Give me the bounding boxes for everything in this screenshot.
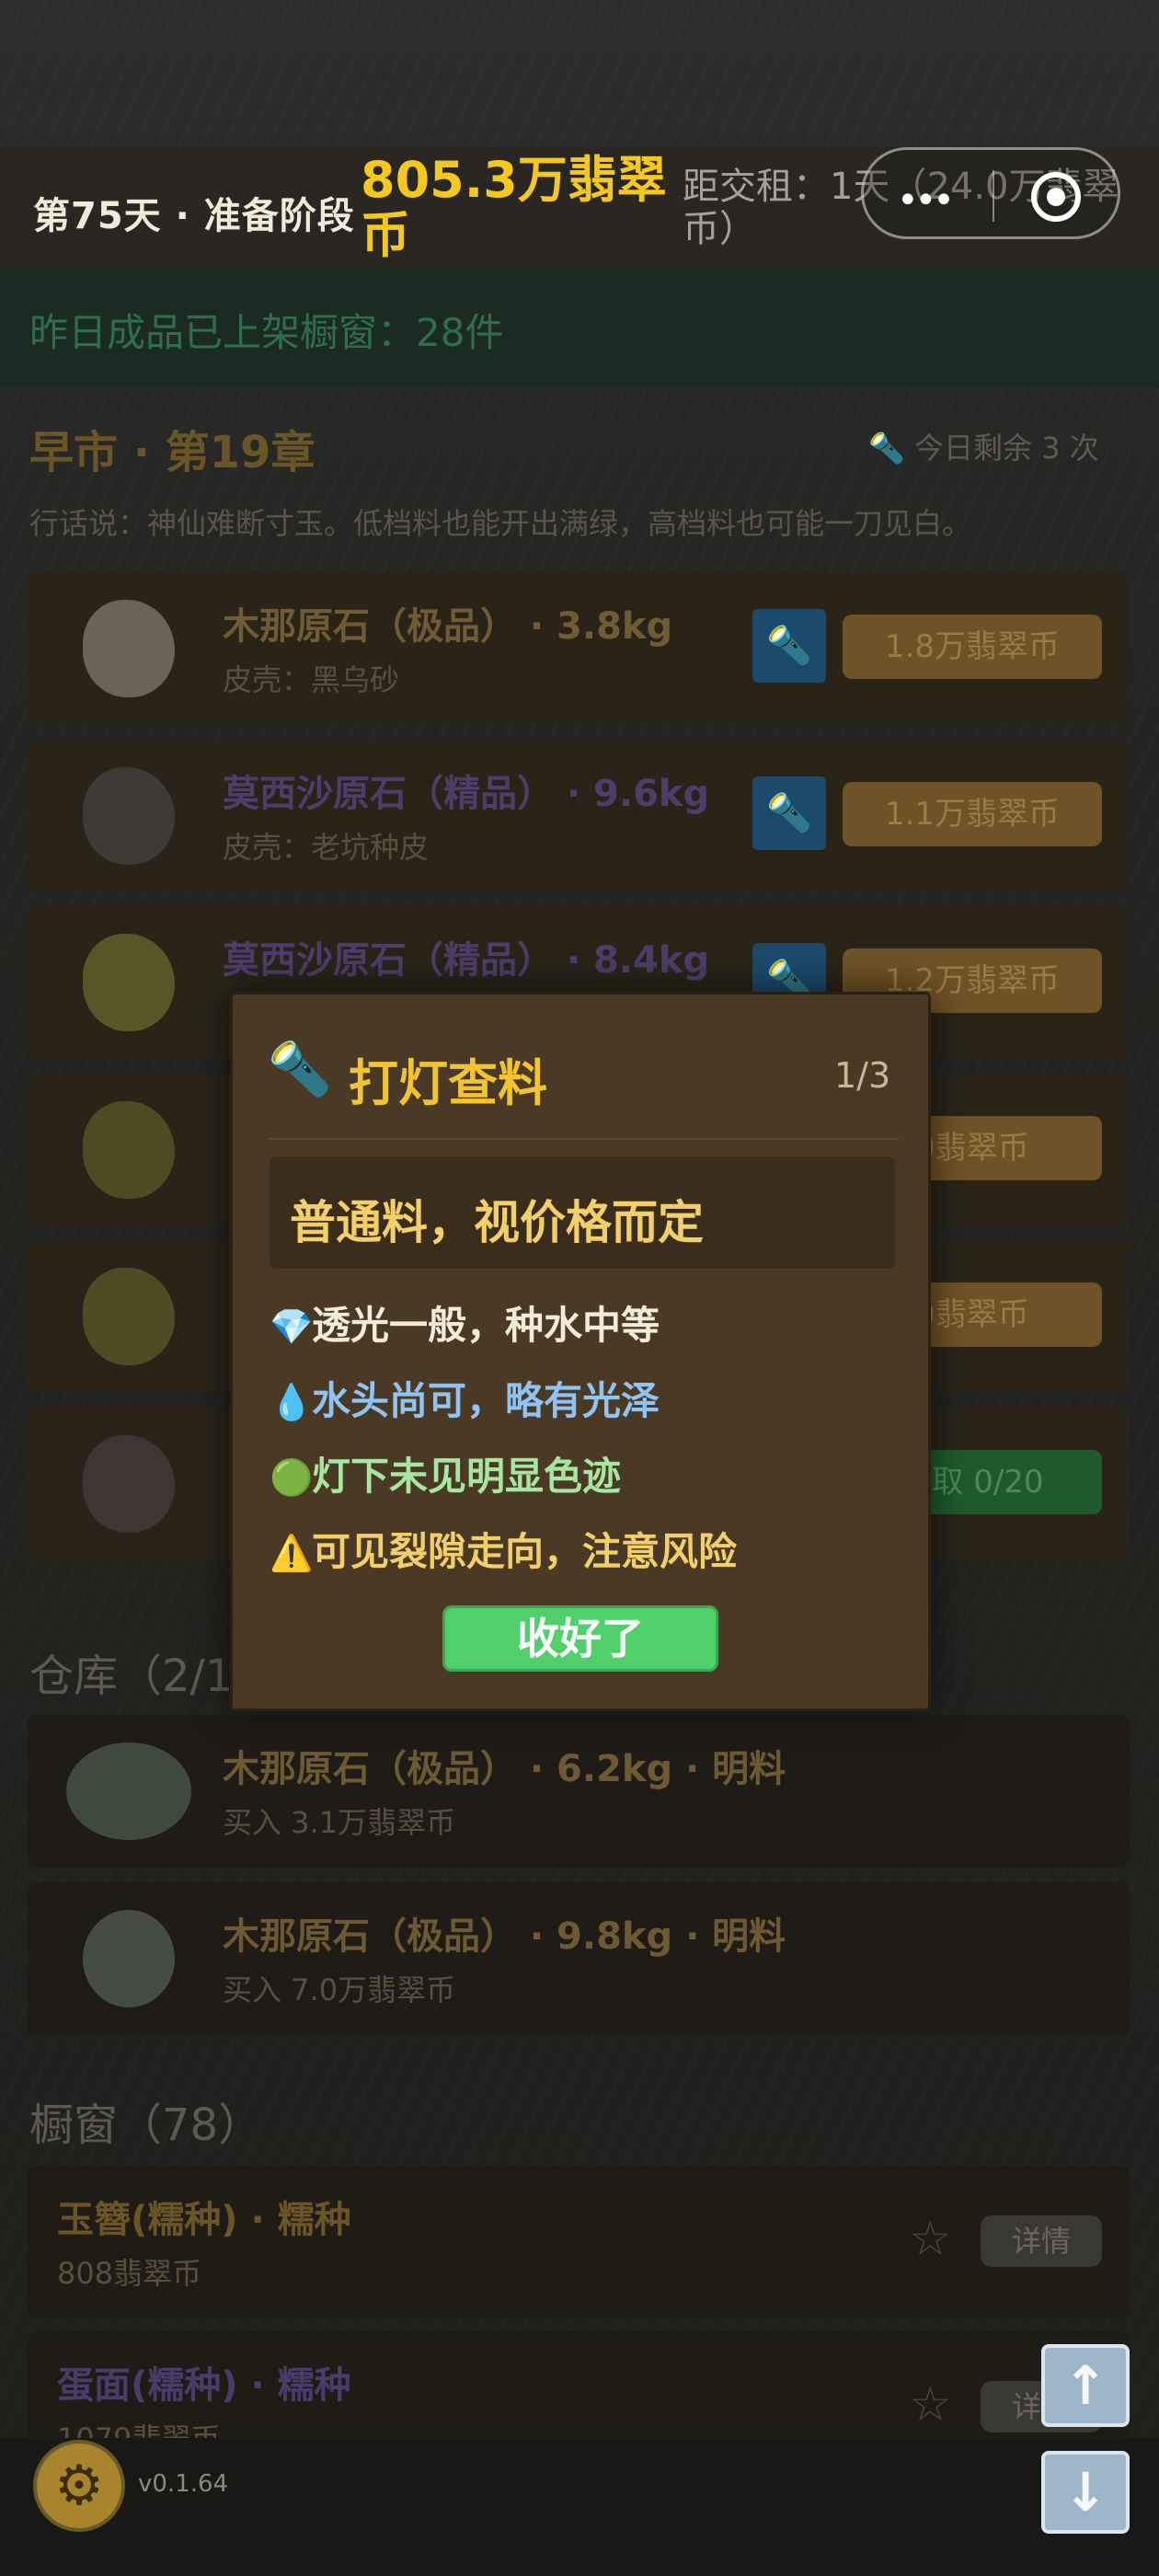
hint-text: 可见裂隙走向，注意风险 bbox=[312, 1529, 738, 1574]
money-balance: 805.3万翡翠币 bbox=[361, 151, 667, 264]
cut-stone-image bbox=[66, 1742, 191, 1840]
flashlight-icon: 🔦 bbox=[268, 1040, 332, 1099]
vitrine-item-price: 808翡翠币 bbox=[57, 2256, 202, 2291]
market-title: 早市 · 第19章 bbox=[29, 427, 316, 478]
scroll-down-button[interactable]: ↓ bbox=[1041, 2451, 1130, 2534]
notice-banner: 昨日成品已上架橱窗：28件 bbox=[0, 269, 1159, 388]
rough-stone-image bbox=[83, 1435, 175, 1533]
stone-card: 木那原石（极品） · 3.8kg 皮壳：黑乌砂 🔦 1.8万翡翠币 bbox=[28, 572, 1130, 725]
stone-shell: 皮壳：黑乌砂 bbox=[223, 662, 400, 697]
hint-row: 💎透光一般，种水中等 bbox=[270, 1294, 660, 1351]
warehouse-title: 仓库（2/1 bbox=[29, 1650, 234, 1702]
flashlight-icon[interactable]: 🔦 bbox=[752, 776, 826, 850]
buy-button[interactable]: 1.8万翡翠币 bbox=[843, 615, 1102, 679]
hint-row: 🟢灯下未见明显色迹 bbox=[270, 1445, 621, 1501]
water-drop-icon: 💧 bbox=[270, 1382, 314, 1422]
detail-button[interactable]: 详情 bbox=[981, 2215, 1102, 2267]
notice-text: 昨日成品已上架橱窗：28件 bbox=[29, 310, 504, 355]
diamond-icon: 💎 bbox=[270, 1306, 314, 1347]
warehouse-item-title: 木那原石（极品） · 6.2kg · 明料 bbox=[223, 1748, 786, 1790]
warning-icon: ⚠️ bbox=[270, 1533, 314, 1573]
buy-button[interactable]: 1.1万翡翠币 bbox=[843, 782, 1102, 846]
green-dot-icon: 🟢 bbox=[270, 1457, 314, 1498]
cut-stone-image bbox=[83, 1910, 175, 2007]
rough-stone-image bbox=[83, 934, 175, 1031]
vitrine-item-title: 蛋面(糯种) · 糯种 bbox=[57, 2364, 351, 2407]
flashlight-icon[interactable]: 🔦 bbox=[752, 609, 826, 683]
dialog-divider bbox=[268, 1138, 899, 1140]
stone-card: 莫西沙原石（精品） · 9.6kg 皮壳：老坑种皮 🔦 1.1万翡翠币 bbox=[28, 740, 1130, 892]
stone-title: 木那原石（极品） · 3.8kg bbox=[223, 605, 673, 648]
warehouse-item-cost: 买入 3.1万翡翠币 bbox=[223, 1805, 456, 1840]
hint-row: 💧水头尚可，略有光泽 bbox=[270, 1370, 660, 1426]
settings-gear-icon[interactable]: ⚙ bbox=[33, 2440, 125, 2532]
dialog-title: 打灯查料 bbox=[349, 1054, 547, 1112]
favorite-star-icon[interactable]: ☆ bbox=[909, 2377, 952, 2432]
remaining-uses: 🔦 今日剩余 3 次 bbox=[868, 431, 1099, 466]
vitrine-title: 橱窗（78） bbox=[29, 2099, 263, 2151]
verdict-box: 普通料，视价格而定 bbox=[270, 1156, 895, 1269]
rough-stone-image bbox=[83, 1101, 175, 1199]
hint-text: 水头尚可，略有光泽 bbox=[312, 1378, 660, 1423]
vitrine-item-title: 玉簪(糯种) · 糯种 bbox=[57, 2199, 351, 2241]
warehouse-item-cost: 买入 7.0万翡翠币 bbox=[223, 1972, 456, 2007]
warehouse-item-title: 木那原石（极品） · 9.8kg · 明料 bbox=[223, 1915, 786, 1958]
bottom-bar bbox=[0, 2438, 1159, 2576]
rough-stone-image bbox=[83, 600, 175, 697]
rough-stone-image bbox=[83, 767, 175, 865]
hint-text: 透光一般，种水中等 bbox=[312, 1303, 660, 1348]
favorite-star-icon[interactable]: ☆ bbox=[909, 2212, 952, 2267]
miniapp-capsule: ••• bbox=[861, 147, 1120, 239]
hint-row: ⚠️可见裂隙走向，注意风险 bbox=[270, 1521, 737, 1577]
vitrine-card[interactable]: 玉簪(糯种) · 糯种 808翡翠币 ☆ 详情 bbox=[28, 2166, 1130, 2318]
rough-stone-image bbox=[83, 1268, 175, 1365]
capsule-divider bbox=[993, 170, 994, 222]
more-icon[interactable]: ••• bbox=[897, 179, 955, 222]
scroll-up-button[interactable]: ↑ bbox=[1041, 2344, 1130, 2427]
day-phase: 第75天 · 准备阶段 bbox=[33, 195, 355, 237]
stone-shell: 皮壳：老坑种皮 bbox=[223, 830, 430, 865]
stone-title: 莫西沙原石（精品） · 9.6kg bbox=[223, 773, 710, 815]
warehouse-card[interactable]: 木那原石（极品） · 9.8kg · 明料买入 7.0万翡翠币 bbox=[28, 1882, 1130, 2035]
hint-text: 灯下未见明显色迹 bbox=[312, 1454, 622, 1499]
verdict-text: 普通料，视价格而定 bbox=[290, 1196, 704, 1249]
version-label: v0.1.64 bbox=[138, 2470, 229, 2498]
confirm-button[interactable]: 收好了 bbox=[442, 1605, 718, 1672]
inspect-dialog: 🔦 打灯查料 1/3 普通料，视价格而定 💎透光一般，种水中等 💧水头尚可，略有光… bbox=[230, 992, 931, 1711]
warehouse-card[interactable]: 木那原石（极品） · 6.2kg · 明料买入 3.1万翡翠币 bbox=[28, 1715, 1130, 1868]
market-saying: 行话说：神仙难断寸玉。低档料也能开出满绿，高档料也可能一刀见白。 bbox=[29, 506, 972, 541]
stone-title: 莫西沙原石（精品） · 8.4kg bbox=[223, 939, 710, 982]
dialog-page-indicator: 1/3 bbox=[834, 1055, 891, 1096]
close-miniapp-icon[interactable] bbox=[1031, 172, 1081, 222]
